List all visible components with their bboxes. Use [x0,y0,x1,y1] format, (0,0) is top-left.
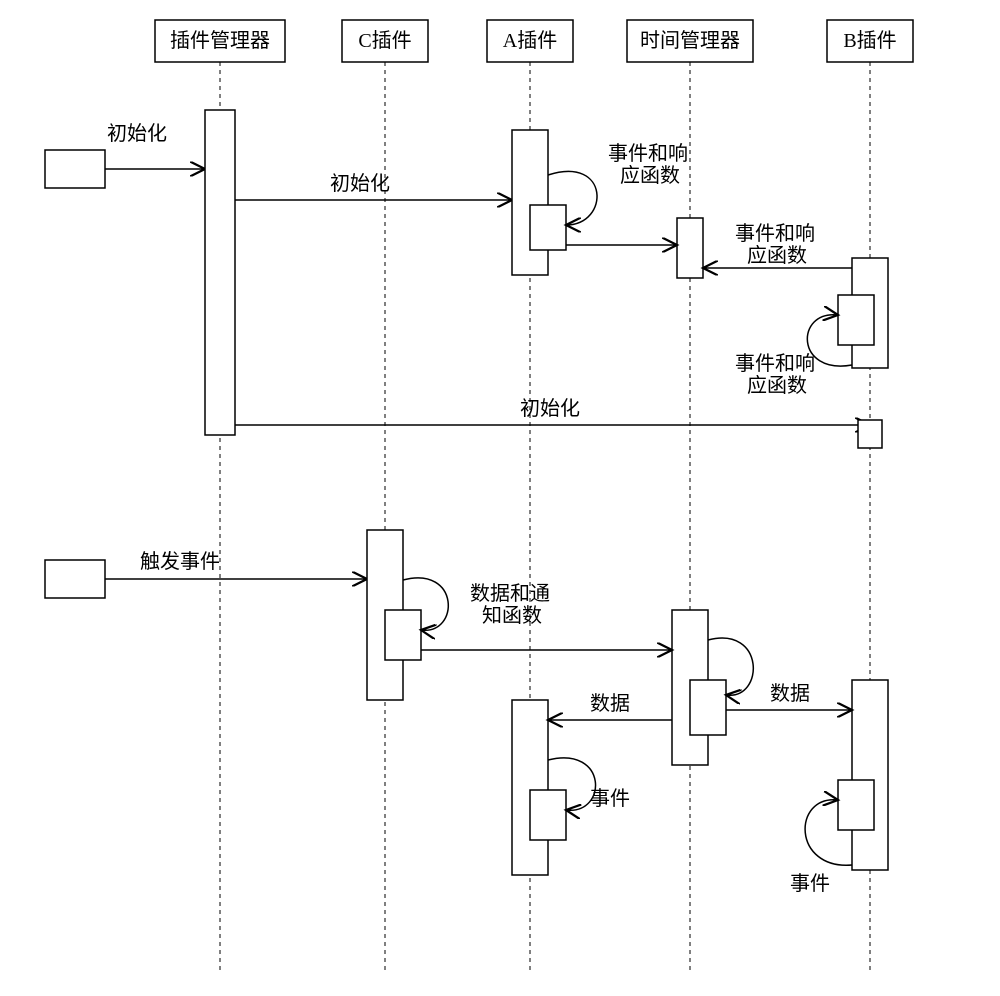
label-event-b: 事件 [790,872,830,895]
label-init-left: 初始化 [107,122,167,145]
lifeline-label: C插件 [358,29,411,52]
exec-a-1-inner [530,205,566,250]
lifeline-label: 插件管理器 [170,29,270,52]
label-event-a: 事件 [590,787,630,810]
label-eventresp-3: 事件和响 应函数 [735,352,820,397]
exec-b-2-inner [838,780,874,830]
label-eventresp-1: 事件和响 应函数 [608,142,693,187]
label-data-notify: 数据和通 知函数 [470,582,555,627]
label-eventresp-2: 事件和响 应函数 [735,222,820,267]
lifeline-c-plugin: C插件 [342,20,428,970]
exec-b-1-inner [838,295,874,345]
lifeline-label: A插件 [503,29,557,52]
label-init-pm-to-b: 初始化 [520,397,580,420]
exec-a-2-outer [512,700,548,875]
exec-c-inner [385,610,421,660]
sequence-diagram: 插件管理器 C插件 A插件 时间管理器 B插件 初始化 初始化 事件和响 应函数… [0,0,1000,996]
exec-a-2-inner [530,790,566,840]
lifeline-label: B插件 [843,29,896,52]
exec-plugin-mgr [205,110,235,435]
lifeline-label: 时间管理器 [640,29,740,52]
external-actor-2 [45,560,105,598]
label-init-pm-to-a: 初始化 [330,172,390,195]
label-trigger: 触发事件 [140,550,220,573]
label-data-to-b: 数据 [770,682,810,705]
exec-a-1-outer [512,130,548,275]
exec-time-1 [677,218,703,278]
exec-time-2-inner [690,680,726,735]
external-actor-1 [45,150,105,188]
exec-b-2-outer [852,680,888,870]
exec-b-small [858,420,882,448]
label-data-to-a: 数据 [590,692,630,715]
